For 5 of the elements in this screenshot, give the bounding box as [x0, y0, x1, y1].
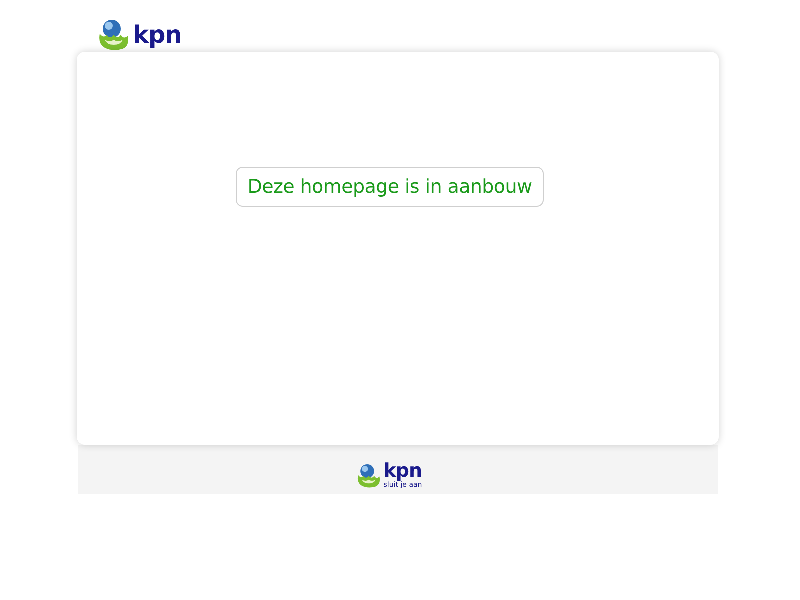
logo-icon — [97, 18, 131, 52]
logo-text: kpn — [133, 23, 182, 47]
logo-icon — [356, 462, 382, 488]
status-message: Deze homepage is in aanbouw — [236, 167, 544, 207]
logo-text: kpn — [384, 462, 422, 481]
